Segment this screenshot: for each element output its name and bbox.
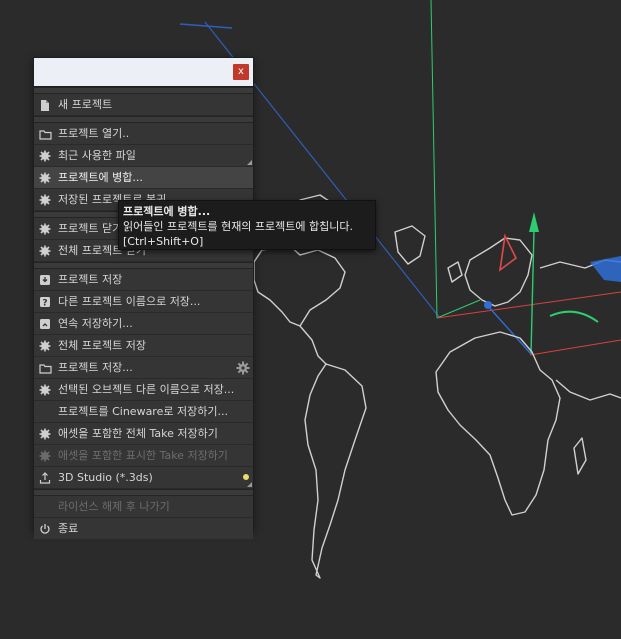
menu-item-4-0: 라이선스 해제 후 나가기 — [34, 496, 253, 518]
gear-dot-icon — [38, 149, 52, 163]
menu-item-label: 최근 사용한 파일 — [58, 149, 136, 162]
gizmo-arrow-green[interactable] — [529, 212, 539, 232]
gizmo-cone-red[interactable] — [498, 233, 518, 272]
submenu-corner-icon — [247, 482, 252, 487]
menu-item-1-1[interactable]: 최근 사용한 파일 — [34, 145, 253, 167]
menu-item-label: 프로젝트 닫기 — [58, 222, 123, 235]
gear-dot-icon — [38, 244, 52, 258]
axis-line-green — [430, 0, 438, 319]
world-map-outline — [253, 194, 621, 579]
new-document-icon — [38, 98, 52, 112]
folder-icon — [38, 361, 52, 375]
menu-item-0-0[interactable]: 새 프로젝트 — [34, 94, 253, 116]
gizmo-plane-blue[interactable] — [590, 256, 621, 282]
save-all-icon — [38, 339, 52, 353]
menu-item-3-0[interactable]: 프로젝트 저장 — [34, 269, 253, 291]
tooltip: 프로젝트에 병합... 읽어들인 프로젝트를 현재의 프로젝트에 합칩니다. [… — [118, 200, 376, 250]
export-upload-icon — [38, 471, 52, 485]
menu-item-3-8: 애셋을 포함한 표시한 Take 저장하기 — [34, 445, 253, 467]
menu-item-3-1[interactable]: ? 다른 프로젝트 이름으로 저장... — [34, 291, 253, 313]
menu-item-label: 라이선스 해제 후 나가기 — [58, 500, 170, 513]
gear-dot-icon — [38, 427, 52, 441]
gear-settings-icon[interactable] — [236, 361, 250, 375]
menu-item-label: 새 프로젝트 — [58, 98, 113, 111]
menu-item-label: 선택된 오브젝트 다른 이름으로 저장... — [58, 383, 235, 396]
menu-item-3-9[interactable]: 3D Studio (*.3ds) — [34, 467, 253, 489]
menu-separator — [34, 87, 253, 94]
menu-item-3-5[interactable]: 선택된 오브젝트 다른 이름으로 저장... — [34, 379, 253, 401]
tooltip-title: 프로젝트에 병합... — [123, 205, 211, 218]
menu-item-label: 종료 — [58, 522, 79, 535]
gear-dot-icon — [38, 171, 52, 185]
menu-item-label: 프로젝트 저장 — [58, 273, 123, 286]
menu-title-bar[interactable]: x — [34, 58, 253, 87]
menu-item-label: 다른 프로젝트 이름으로 저장... — [58, 295, 201, 308]
menu-item-label: 애셋을 포함한 표시한 Take 저장하기 — [58, 449, 228, 462]
menu-separator — [34, 116, 253, 123]
menu-item-1-0[interactable]: 프로젝트 열기.. — [34, 123, 253, 145]
menu-separator — [34, 262, 253, 269]
menu-item-3-6[interactable]: 프로젝트를 Cineware로 저장하기... — [34, 401, 253, 423]
status-dot-icon — [243, 474, 249, 480]
save-as-question-icon: ? — [38, 295, 52, 309]
menu-item-3-3[interactable]: 전체 프로젝트 저장 — [34, 335, 253, 357]
svg-text:?: ? — [42, 299, 47, 309]
close-button[interactable]: x — [233, 64, 249, 80]
axis-line-blue-top — [179, 23, 233, 29]
tooltip-shortcut: [Ctrl+Shift+O] — [123, 235, 204, 248]
gear-dot-icon — [38, 193, 52, 207]
menu-item-label: 프로젝트 열기.. — [58, 127, 130, 140]
tooltip-description: 읽어들인 프로젝트를 현재의 프로젝트에 합칩니다. — [123, 220, 354, 233]
folder-icon — [38, 127, 52, 141]
menu-item-label: 프로젝트에 병합... — [58, 171, 143, 184]
file-menu-panel: x 새 프로젝트 프로젝트 열기.. 최근 사용한 파일 프로젝트에 병합... 저장된… — [33, 57, 254, 540]
gear-dot-icon — [38, 449, 52, 463]
menu-item-label: 프로젝트를 Cineware로 저장하기... — [58, 405, 228, 418]
gizmo-handle-blue[interactable] — [484, 301, 492, 309]
save-incremental-icon — [38, 317, 52, 331]
gear-dot-icon — [38, 222, 52, 236]
menu-separator — [34, 489, 253, 496]
menu-item-label: 애셋을 포함한 전체 Take 저장하기 — [58, 427, 218, 440]
axis-line-blue-2 — [486, 304, 532, 355]
menu-items: 새 프로젝트 프로젝트 열기.. 최근 사용한 파일 프로젝트에 병합... 저장된 프… — [34, 87, 253, 540]
axis-line-red — [436, 291, 621, 319]
axis-line-red-2 — [529, 339, 621, 356]
menu-item-1-2[interactable]: 프로젝트에 병합... — [34, 167, 253, 189]
axis-line-green-3 — [530, 229, 535, 355]
menu-item-label: 연속 저장하기... — [58, 317, 133, 330]
menu-item-3-7[interactable]: 애셋을 포함한 전체 Take 저장하기 — [34, 423, 253, 445]
gizmo-arc-green[interactable] — [549, 310, 599, 323]
menu-item-label: 전체 프로젝트 저장 — [58, 339, 146, 352]
save-download-icon — [38, 273, 52, 287]
menu-item-3-4[interactable]: 프로젝트 저장... — [34, 357, 253, 379]
menu-item-4-1[interactable]: 종료 — [34, 518, 253, 540]
gear-dot-icon — [38, 383, 52, 397]
menu-item-label: 프로젝트 저장... — [58, 361, 133, 374]
power-icon — [38, 522, 52, 536]
menu-item-3-2[interactable]: 연속 저장하기... — [34, 313, 253, 335]
submenu-corner-icon — [247, 160, 252, 165]
menu-item-label: 3D Studio (*.3ds) — [58, 471, 153, 484]
